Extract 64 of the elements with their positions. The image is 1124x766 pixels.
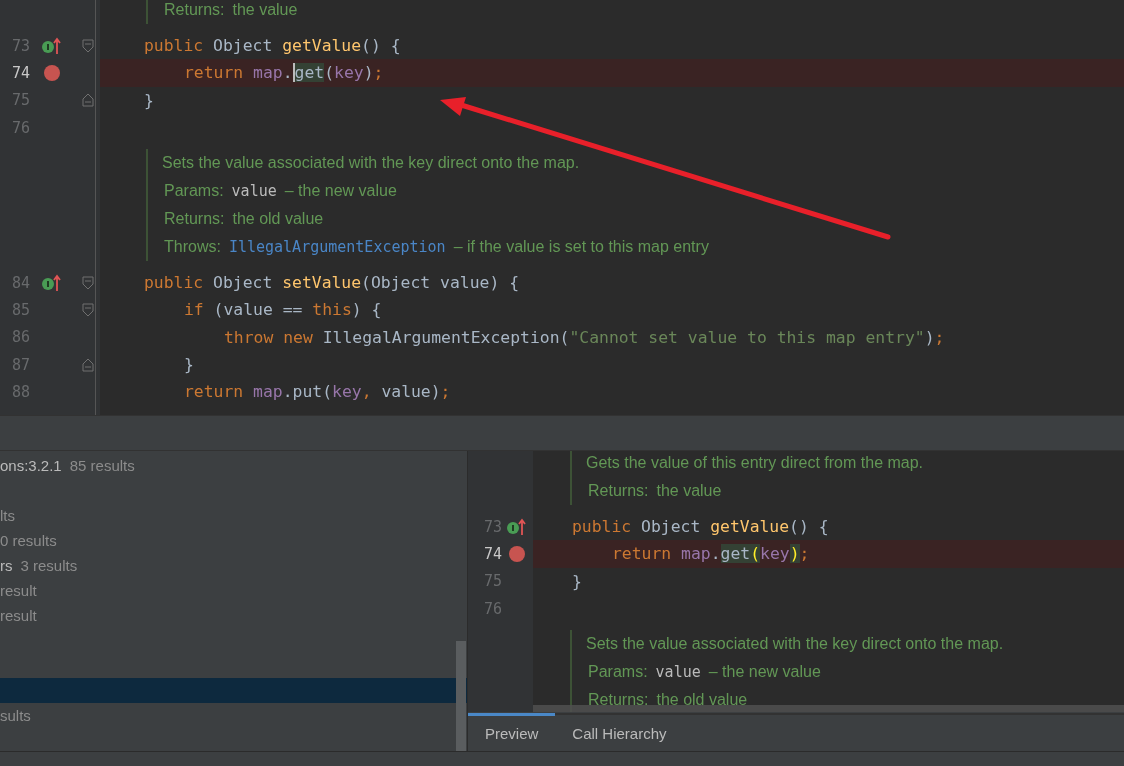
doc-tag: Returns:	[162, 1, 225, 19]
usage-row[interactable]: ons:3.2.1 85 results	[0, 453, 467, 478]
doc-text: Sets the value associated with the key direct onto the map.	[586, 635, 1004, 654]
code-line: return map.put(key, value);	[184, 382, 451, 402]
doc-link[interactable]: IllegalArgumentException	[228, 238, 446, 257]
doc-text: – the new value	[708, 663, 821, 682]
doc-text: Sets the value associated with the key direct onto the map.	[162, 154, 580, 173]
doc-tag: Throws:	[162, 238, 221, 257]
doc-text: the value	[656, 482, 722, 500]
usage-row[interactable]: result	[0, 603, 467, 628]
tab[interactable]: Call Hierarchy	[555, 713, 684, 751]
result-count: sults	[0, 707, 31, 724]
code-line: }	[144, 90, 154, 110]
doc-text: the value	[232, 1, 298, 19]
code-line: return map.get(key);	[184, 63, 384, 83]
result-count: result	[0, 607, 37, 624]
doc-text: the old value	[232, 210, 324, 229]
doc-code: value	[231, 182, 277, 201]
fold-icon[interactable]	[82, 275, 94, 290]
doc-text: – if the value is set to this map entry	[453, 238, 709, 257]
doc-tag: Params:	[162, 182, 224, 201]
usage-name: rs	[0, 557, 13, 574]
doc-text: – the new value	[284, 182, 397, 201]
line-number: 74	[482, 544, 502, 563]
doc-code: value	[655, 663, 701, 682]
doc-text: the old value	[656, 691, 748, 710]
code-line: public Object setValue(Object value) {	[144, 273, 519, 293]
scrollbar[interactable]	[456, 641, 466, 751]
result-count: result	[0, 582, 37, 599]
implements-method-icon[interactable]	[506, 517, 528, 536]
fold-icon[interactable]	[82, 93, 94, 108]
usage-row[interactable]	[0, 678, 467, 703]
fold-icon[interactable]	[82, 38, 94, 53]
fold-icon[interactable]	[82, 357, 94, 372]
result-count: 85 results	[69, 457, 135, 474]
code-line: }	[572, 571, 582, 591]
doc-tag: Params:	[586, 663, 648, 682]
usage-row[interactable]: result	[0, 578, 467, 603]
breakpoint-icon[interactable]	[44, 64, 60, 81]
result-count: lts	[0, 507, 15, 524]
code-line: public Object getValue() {	[144, 36, 401, 55]
result-count: 3 results	[20, 557, 78, 574]
code-line: if (value == this) {	[184, 300, 382, 320]
code-editor[interactable]	[0, 0, 1124, 415]
doc-tag: Returns:	[162, 210, 225, 229]
code-line: }	[184, 355, 194, 375]
implements-method-icon[interactable]	[41, 36, 63, 55]
scrollbar[interactable]	[533, 705, 1124, 712]
usage-row[interactable]: rs 3 results	[0, 553, 467, 578]
implements-method-icon[interactable]	[41, 273, 63, 292]
breakpoint-icon[interactable]	[509, 545, 525, 562]
code-line: public Object getValue() {	[572, 517, 829, 536]
code-line: throw new IllegalArgumentException("Cannot set value to this map entry");	[224, 327, 945, 347]
code-line: return map.get(key);	[612, 544, 810, 564]
usage-row[interactable]: lts	[0, 503, 467, 528]
usage-name: ons:3.2.1	[0, 457, 62, 474]
line-number: 74	[10, 63, 30, 82]
result-count: 0 results	[0, 532, 57, 549]
fold-icon[interactable]	[82, 303, 94, 318]
doc-tag: Returns:	[586, 691, 649, 710]
usage-row[interactable]: sults	[0, 703, 467, 728]
doc-text: Gets the value of this entry direct from the map.	[586, 454, 924, 472]
usage-row[interactable]: 0 results	[0, 528, 467, 553]
doc-tag: Returns:	[586, 482, 649, 500]
